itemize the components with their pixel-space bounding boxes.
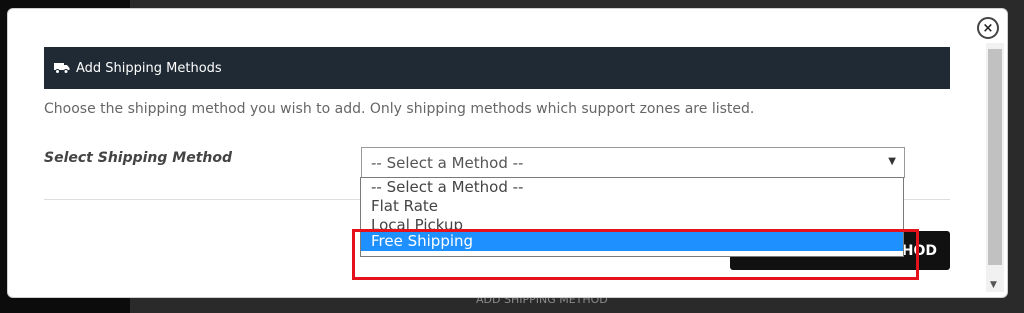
select-shipping-method-label: Select Shipping Method <box>44 150 233 166</box>
highlight-annotation <box>352 229 919 280</box>
select-value: -- Select a Method -- <box>371 153 524 172</box>
modal-scrollbar[interactable]: ▼ <box>986 43 1004 292</box>
truck-icon <box>54 62 70 74</box>
shipping-method-select[interactable]: -- Select a Method -- ▼ <box>361 147 905 178</box>
chevron-down-icon: ▼ <box>888 156 896 167</box>
modal-description: Choose the shipping method you wish to a… <box>44 101 755 117</box>
option-select-placeholder[interactable]: -- Select a Method -- <box>361 178 903 197</box>
close-button[interactable]: × <box>977 17 999 39</box>
modal-header: Add Shipping Methods <box>44 47 950 89</box>
scroll-thumb[interactable] <box>988 49 1002 265</box>
modal-title: Add Shipping Methods <box>76 60 222 76</box>
option-flat-rate[interactable]: Flat Rate <box>361 197 903 216</box>
close-icon: × <box>982 20 994 36</box>
scroll-down-icon[interactable]: ▼ <box>990 280 997 290</box>
